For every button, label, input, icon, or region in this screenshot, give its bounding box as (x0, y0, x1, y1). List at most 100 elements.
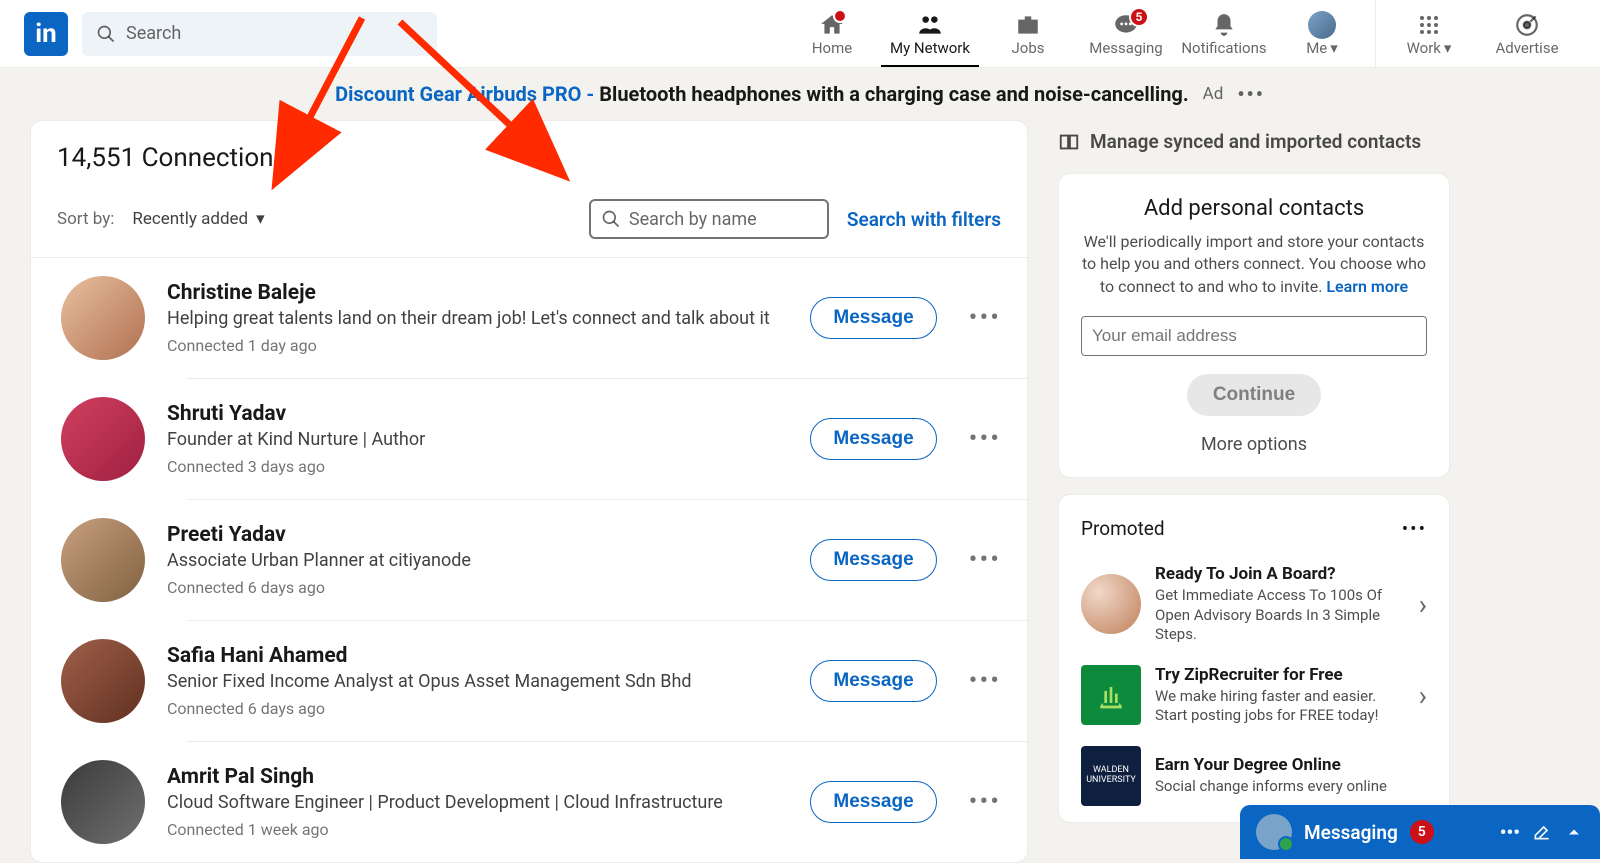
nav-label: Me▾ (1306, 39, 1338, 57)
messaging-count-badge: 5 (1410, 820, 1434, 844)
nav-label: Advertise (1495, 39, 1558, 57)
connection-headline: Associate Urban Planner at citiyanode (167, 549, 788, 573)
ad-banner[interactable]: Discount Gear Airbuds PRO - Bluetooth he… (0, 68, 1600, 120)
connections-card: 14,551 Connections Sort by: Recently add… (30, 120, 1028, 863)
avatar[interactable] (61, 639, 145, 723)
search-icon (601, 209, 621, 229)
top-nav: in Search Home My Network Jobs 5 Messagi… (0, 0, 1600, 68)
manage-contacts-link[interactable]: Manage synced and imported contacts (1058, 120, 1450, 173)
nav-work[interactable]: Work▾ (1380, 0, 1478, 67)
promo-desc: Get Immediate Access To 100s Of Open Adv… (1155, 586, 1405, 645)
me-avatar (1308, 11, 1336, 39)
connection-row: Safia Hani Ahamed Senior Fixed Income An… (187, 620, 1027, 741)
ad-label: Ad (1203, 84, 1224, 104)
row-options[interactable]: ••• (969, 545, 1001, 575)
promo-desc: We make hiring faster and easier. Start … (1155, 687, 1405, 726)
connection-name[interactable]: Shruti Yadav (167, 402, 788, 426)
ad-bold: Bluetooth headphones with a charging cas… (599, 82, 1188, 106)
promoted-item[interactable]: Ready To Join A Board? Get Immediate Acc… (1081, 554, 1427, 655)
message-button[interactable]: Message (810, 297, 936, 339)
promo-image (1081, 574, 1141, 634)
promoted-card: Promoted ••• Ready To Join A Board? Get … (1058, 494, 1450, 823)
ad-text: Discount Gear Airbuds PRO - Bluetooth he… (335, 82, 1189, 106)
ad-options[interactable]: ••• (1237, 82, 1265, 106)
nav-items: Home My Network Jobs 5 Messaging Notific… (783, 0, 1576, 67)
row-options[interactable]: ••• (969, 787, 1001, 817)
search-icon (96, 24, 116, 44)
connection-name[interactable]: Preeti Yadav (167, 523, 788, 547)
caret-down-icon: ▾ (256, 209, 265, 229)
nav-network[interactable]: My Network (881, 0, 979, 67)
avatar[interactable] (61, 397, 145, 481)
connection-row: Shruti Yadav Founder at Kind Nurture | A… (187, 378, 1027, 499)
ad-link[interactable]: Discount Gear Airbuds PRO - (335, 82, 594, 106)
row-options[interactable]: ••• (969, 303, 1001, 333)
nav-label: Jobs (1012, 39, 1045, 57)
messaging-avatar (1256, 814, 1292, 850)
search-by-name[interactable]: Search by name (589, 199, 829, 239)
home-badge (833, 9, 847, 23)
linkedin-logo[interactable]: in (24, 12, 68, 56)
row-options[interactable]: ••• (969, 666, 1001, 696)
promo-image (1081, 665, 1141, 725)
sort-dropdown[interactable]: Recently added ▾ (132, 209, 264, 229)
connection-name[interactable]: Safia Hani Ahamed (167, 644, 788, 668)
continue-button[interactable]: Continue (1187, 374, 1321, 416)
connected-when: Connected 1 day ago (167, 336, 788, 355)
nav-me[interactable]: Me▾ (1273, 0, 1371, 67)
add-contacts-desc: We'll periodically import and store your… (1081, 231, 1427, 298)
more-options-link[interactable]: More options (1081, 434, 1427, 455)
grid-icon (1417, 13, 1441, 37)
connected-when: Connected 3 days ago (167, 457, 788, 476)
add-contacts-card: Add personal contacts We'll periodically… (1058, 173, 1450, 478)
connection-name[interactable]: Christine Baleje (167, 281, 788, 305)
chevron-up-icon[interactable] (1564, 822, 1584, 842)
connection-headline: Senior Fixed Income Analyst at Opus Asse… (167, 670, 788, 694)
promo-title: Earn Your Degree Online (1155, 755, 1427, 775)
message-button[interactable]: Message (810, 539, 936, 581)
target-icon (1514, 12, 1540, 38)
nav-label: Messaging (1089, 39, 1162, 57)
messaging-label: Messaging (1304, 821, 1398, 844)
nav-advertise[interactable]: Advertise (1478, 0, 1576, 67)
nav-home[interactable]: Home (783, 0, 881, 67)
messaging-overlay[interactable]: Messaging 5 ••• (1240, 805, 1600, 859)
nav-label: Home (812, 39, 852, 57)
connection-name[interactable]: Amrit Pal Singh (167, 765, 788, 789)
search-with-filters-link[interactable]: Search with filters (847, 208, 1001, 231)
promoted-options[interactable]: ••• (1402, 517, 1427, 540)
connection-headline: Cloud Software Engineer | Product Develo… (167, 791, 788, 815)
nav-messaging[interactable]: 5 Messaging (1077, 0, 1175, 67)
connection-headline: Helping great talents land on their drea… (167, 307, 788, 331)
connection-row: Amrit Pal Singh Cloud Software Engineer … (187, 741, 1027, 862)
more-icon[interactable]: ••• (1500, 821, 1520, 844)
promoted-item[interactable]: Try ZipRecruiter for Free We make hiring… (1081, 655, 1427, 736)
search-placeholder: Search (126, 23, 181, 44)
promo-desc: Social change informs every online (1155, 777, 1427, 797)
search-placeholder: Search by name (629, 209, 757, 230)
promoted-title: Promoted (1081, 517, 1165, 540)
promoted-item[interactable]: WALDENUNIVERSITY Earn Your Degree Online… (1081, 736, 1427, 816)
connection-headline: Founder at Kind Nurture | Author (167, 428, 788, 452)
connected-when: Connected 1 week ago (167, 820, 788, 839)
connection-row: Christine Baleje Helping great talents l… (31, 258, 1027, 378)
learn-more-link[interactable]: Learn more (1326, 277, 1408, 296)
avatar[interactable] (61, 518, 145, 602)
nav-jobs[interactable]: Jobs (979, 0, 1077, 67)
nav-notifications[interactable]: Notifications (1175, 0, 1273, 67)
nav-label: Work▾ (1407, 39, 1452, 57)
sort-value: Recently added (132, 209, 248, 229)
message-button[interactable]: Message (810, 781, 936, 823)
connections-count: 14,551 Connections (57, 143, 1001, 173)
connection-row: Preeti Yadav Associate Urban Planner at … (187, 499, 1027, 620)
global-search[interactable]: Search (82, 12, 437, 56)
compose-icon[interactable] (1532, 822, 1552, 842)
add-contacts-title: Add personal contacts (1081, 196, 1427, 221)
avatar[interactable] (61, 760, 145, 844)
email-input[interactable] (1081, 316, 1427, 356)
message-button[interactable]: Message (810, 660, 936, 702)
avatar[interactable] (61, 276, 145, 360)
bell-icon (1211, 12, 1237, 38)
message-button[interactable]: Message (810, 418, 936, 460)
row-options[interactable]: ••• (969, 424, 1001, 454)
